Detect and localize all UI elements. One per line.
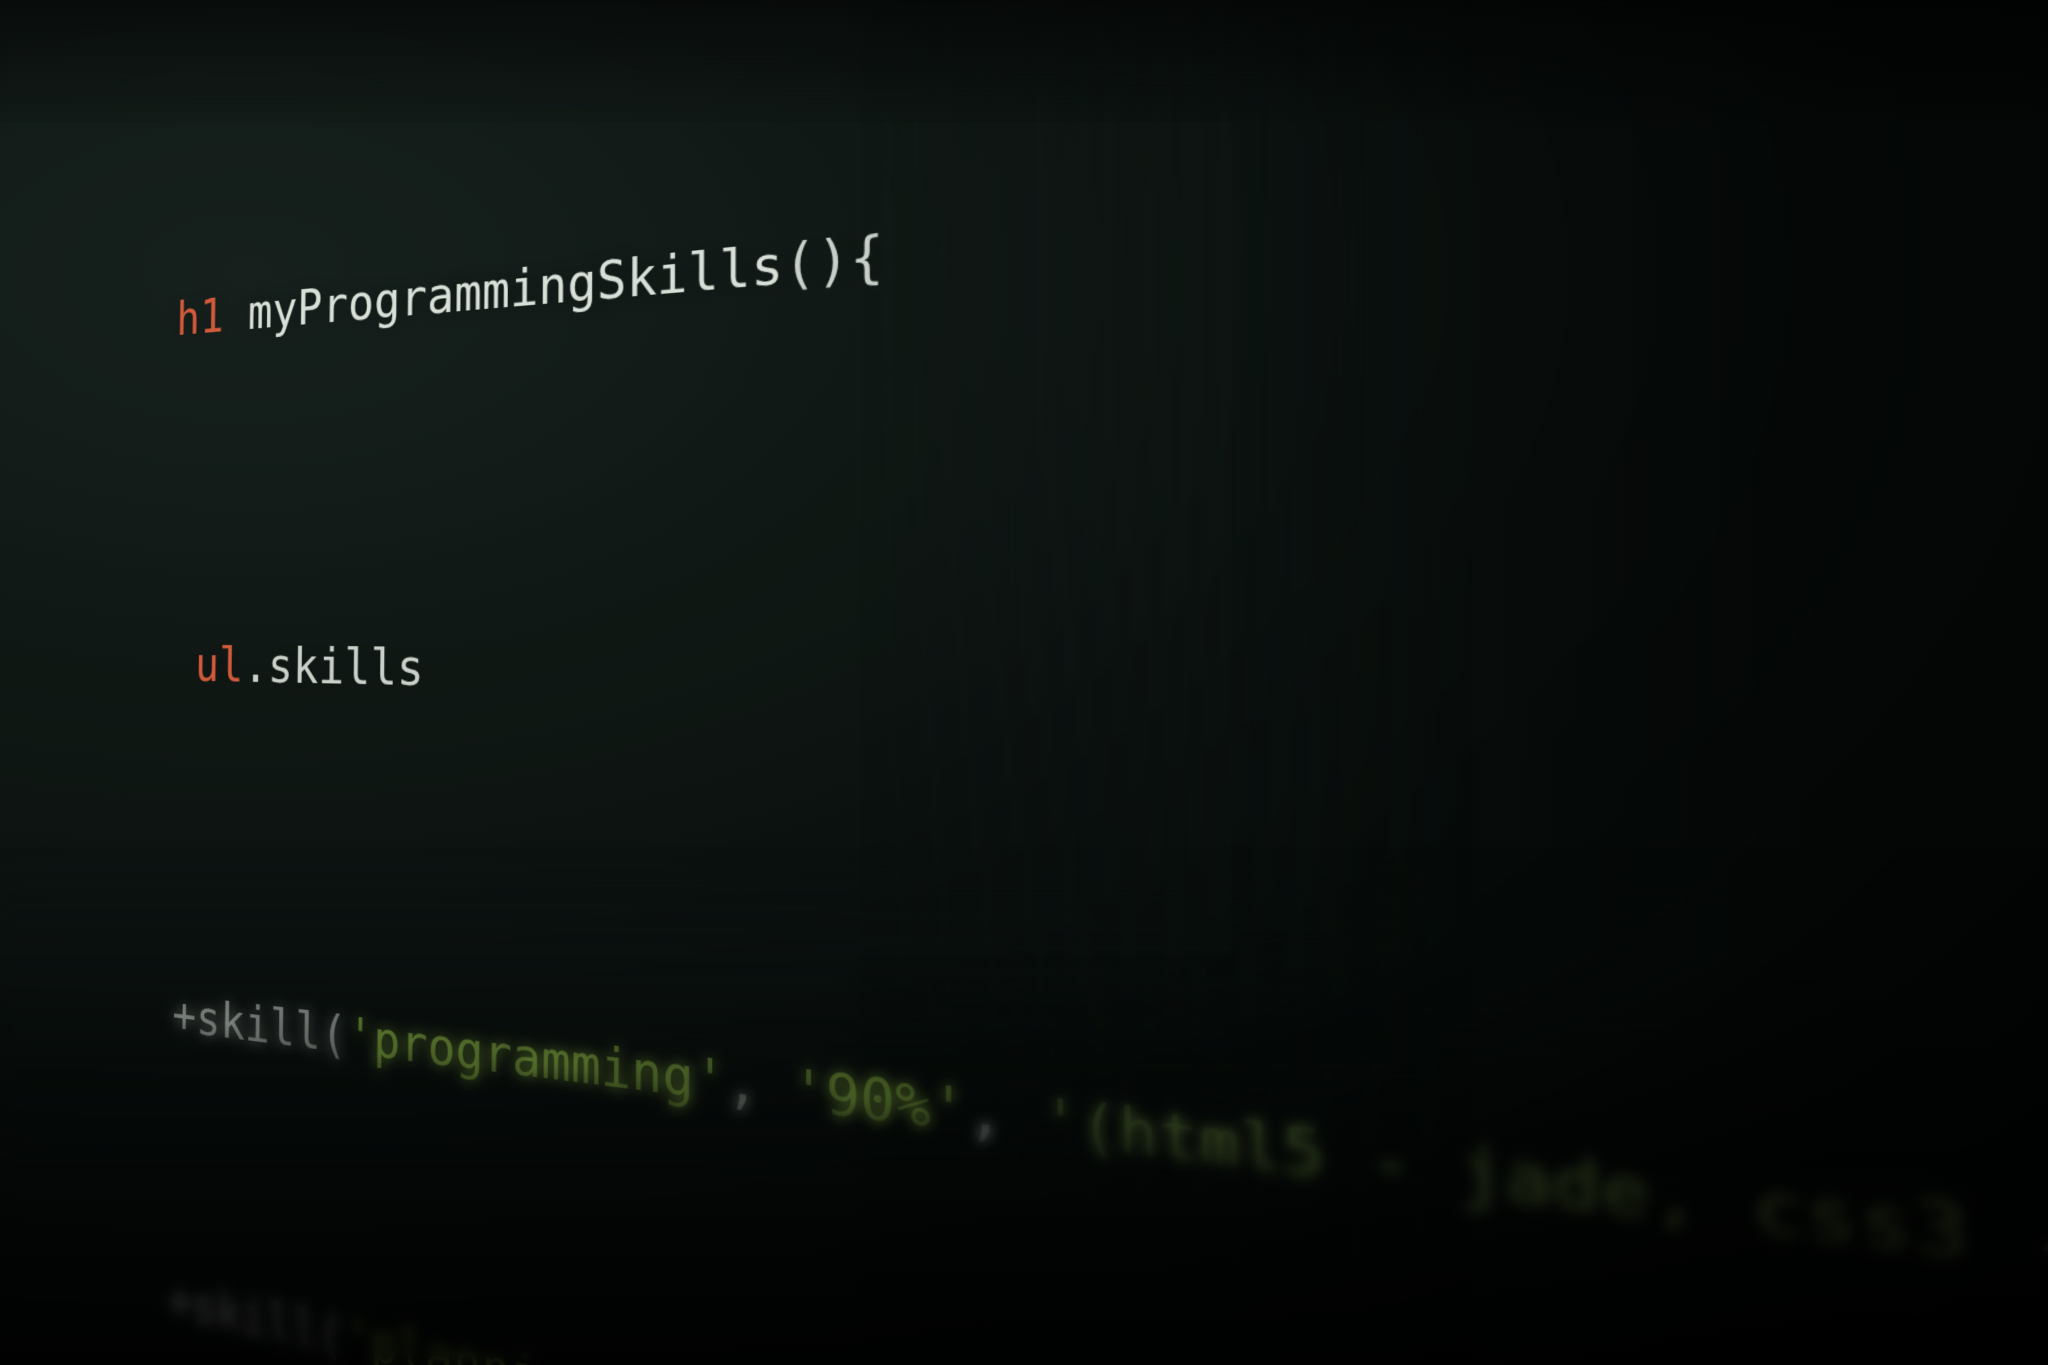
string-token: 'planning' — [344, 1306, 631, 1365]
tag-token: ul — [195, 636, 244, 693]
code-line: h1 myProgrammingSkills(){ — [108, 0, 2048, 359]
code-line: +skill('planning', '80%', ' (I can plan … — [92, 1248, 2048, 1365]
mixin-token: +skill( — [168, 1271, 344, 1365]
string-token: 'programming' — [347, 1006, 726, 1115]
string-token: '(html5 - jade, css3 - sass, scss, jquer… — [1041, 1085, 2048, 1365]
mixin-token: +skill( — [172, 986, 347, 1065]
line-number-gutter — [0, 0, 24, 1365]
fn-token: myProgrammingSkills — [248, 233, 784, 341]
screen-photo: h1 myProgrammingSkills(){ ul.skills +ski… — [0, 0, 2048, 1365]
string-token: '90%' — [792, 1057, 967, 1147]
code-line: +skill('programming', '90%', '(html5 - j… — [97, 971, 2048, 1365]
code-editor: h1 myProgrammingSkills(){ ul.skills +ski… — [0, 0, 2048, 1365]
tag-token: h1 — [176, 288, 224, 347]
code-line: ul.skills — [102, 629, 2048, 926]
punct-token: (){ — [783, 223, 884, 297]
class-token: .skills — [243, 637, 424, 697]
